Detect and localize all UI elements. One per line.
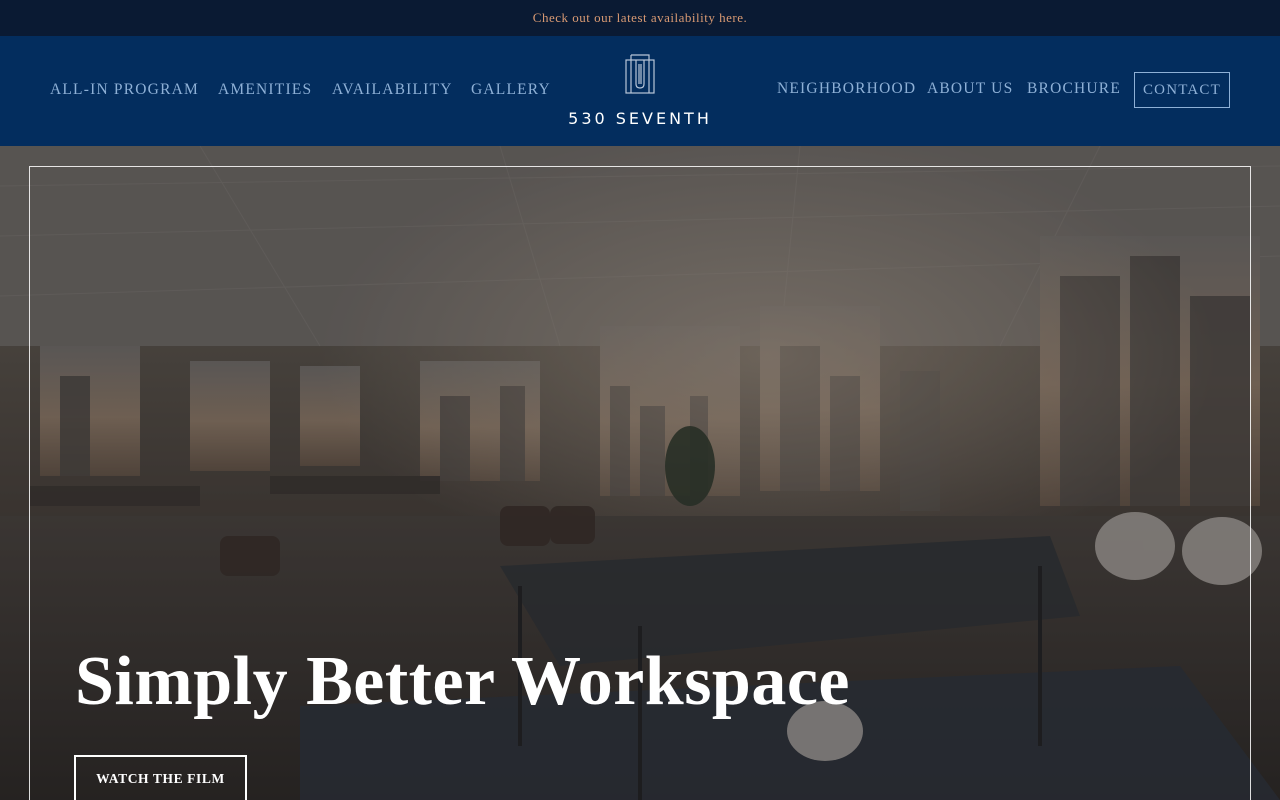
nav-brochure[interactable]: BROCHURE bbox=[1027, 80, 1121, 98]
nav-gallery[interactable]: GALLERY bbox=[471, 81, 551, 99]
nav-amenities[interactable]: AMENITIES bbox=[218, 81, 312, 99]
site-logo[interactable]: 530 SEVENTH bbox=[560, 52, 720, 132]
contact-button[interactable]: CONTACT bbox=[1134, 72, 1230, 108]
logo-text: 530 SEVENTH bbox=[568, 109, 712, 128]
watch-film-button[interactable]: WATCH THE FILM bbox=[74, 755, 247, 800]
announcement-bar: Check out our latest availability here. bbox=[0, 0, 1280, 36]
nav-availability[interactable]: AVAILABILITY bbox=[332, 81, 453, 99]
building-logo-icon bbox=[625, 54, 655, 94]
main-navigation: ALL-IN PROGRAM AMENITIES AVAILABILITY GA… bbox=[0, 36, 1280, 146]
hero-section: Simply Better Workspace WATCH THE FILM bbox=[0, 146, 1280, 800]
nav-neighborhood[interactable]: NEIGHBORHOOD bbox=[777, 80, 916, 98]
hero-title: Simply Better Workspace bbox=[75, 643, 851, 720]
availability-link[interactable]: Check out our latest availability here. bbox=[533, 10, 747, 26]
nav-about-us[interactable]: ABOUT US bbox=[927, 80, 1013, 98]
nav-all-in-program[interactable]: ALL-IN PROGRAM bbox=[50, 81, 199, 99]
